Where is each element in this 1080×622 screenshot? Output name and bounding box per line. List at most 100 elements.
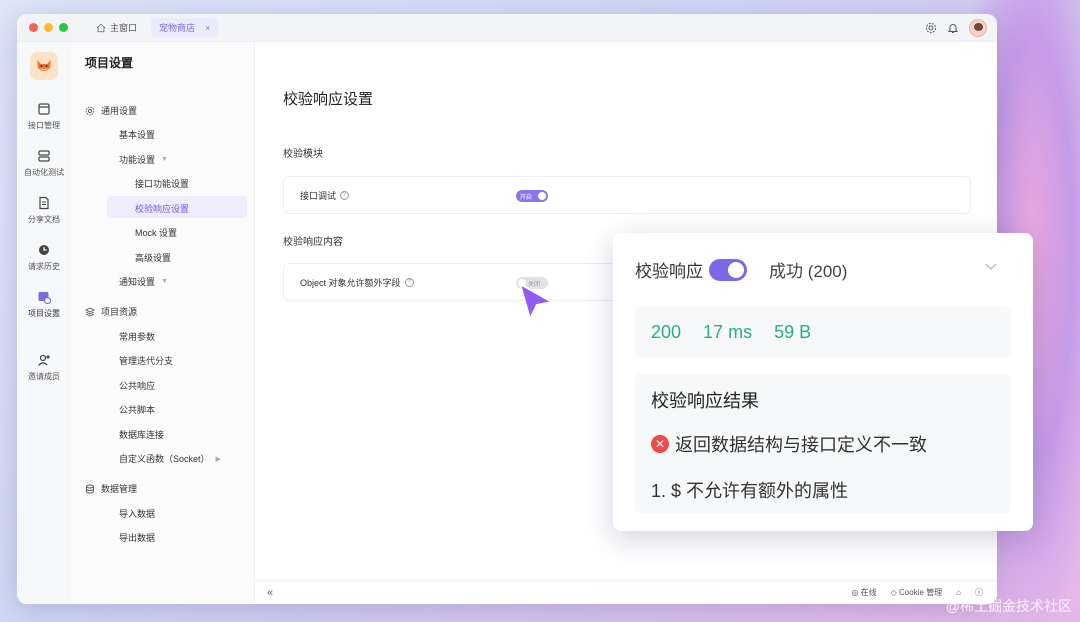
sidebar-item-features[interactable]: 功能设置 ▼ <box>119 153 168 166</box>
rail-item-label: 自动化测试 <box>24 168 64 177</box>
bell-icon[interactable] <box>947 22 959 34</box>
document-icon <box>39 196 49 210</box>
sidebar-item-label: 项目资源 <box>101 307 138 317</box>
cookie-manager-button[interactable]: ◇ Cookie 管理 <box>891 587 943 598</box>
collapse-sidebar-icon[interactable]: « <box>267 587 273 599</box>
sidebar-group-resources[interactable]: 项目资源 <box>85 305 137 318</box>
sidebar-item-public-response[interactable]: 公共响应 <box>119 379 155 392</box>
popover-header: 校验响应 成功 (200) <box>635 257 847 282</box>
history-icon <box>39 245 49 255</box>
caret-down-icon: ▼ <box>161 156 168 163</box>
sidebar-item-label: 基本设置 <box>119 130 156 140</box>
cursor-pointer-icon <box>519 283 553 320</box>
sidebar-item-label: 校验响应设置 <box>135 204 190 214</box>
close-window-button[interactable] <box>29 23 38 32</box>
help-icon[interactable]: ? <box>340 190 350 200</box>
sidebar-title: 项目设置 <box>85 56 134 70</box>
minimize-window-button[interactable] <box>44 23 53 32</box>
api-debug-toggle[interactable]: 开启 <box>516 190 548 202</box>
rail-item-history[interactable]: 请求历史 <box>28 243 60 272</box>
avatar[interactable] <box>969 19 987 37</box>
settings-sidebar: 项目设置 通用设置 基本设置 功能设置 ▼ 接口功能设置 校验响应设置 Mock … <box>71 42 255 604</box>
sidebar-item-api-features[interactable]: 接口功能设置 <box>135 177 189 190</box>
result-title: 校验响应结果 <box>651 391 759 411</box>
caret-right-icon: ▶ <box>215 455 221 463</box>
tab-home[interactable]: 主窗口 <box>96 21 137 34</box>
validation-result: 校验响应结果 ✕ 返回数据结构与接口定义不一致 1. $ 不允许有额外的属性 <box>635 373 1011 513</box>
sidebar-item-label: 公共响应 <box>119 381 156 391</box>
tab-home-label: 主窗口 <box>110 23 138 33</box>
sidebar-item-label: 接口功能设置 <box>135 179 190 189</box>
sidebar-item-label: 自定义函数（Socket） <box>119 454 210 464</box>
response-status: 成功 (200) <box>769 262 848 281</box>
online-status[interactable]: ◎ 在线 <box>851 587 876 598</box>
rail-item-label: 请求历史 <box>28 262 60 271</box>
status-code: 200 <box>651 321 682 342</box>
result-error: ✕ 返回数据结构与接口定义不一致 <box>651 431 927 457</box>
chevron-down-icon[interactable] <box>983 259 999 275</box>
rail-item-api[interactable]: 接口管理 <box>28 102 60 131</box>
caret-down-icon: ▼ <box>161 278 168 285</box>
sidebar-item-params[interactable]: 常用参数 <box>119 330 155 343</box>
response-size: 59 B <box>774 321 812 342</box>
rail-item-label: 邀请成员 <box>28 372 60 381</box>
maximize-window-button[interactable] <box>59 23 68 32</box>
sidebar-item-import[interactable]: 导入数据 <box>119 507 155 520</box>
sidebar-item-label: 公共脚本 <box>119 405 156 415</box>
help-icon[interactable]: ? <box>404 277 414 287</box>
sidebar-group-general[interactable]: 通用设置 <box>85 104 137 117</box>
setting-label: 接口调试 <box>300 190 337 201</box>
app-logo <box>30 52 58 80</box>
left-rail: 接口管理 自动化测试 分享文档 请求历史 项目设置 邀请成员 <box>17 42 71 604</box>
sidebar-item-validate-response[interactable]: 校验响应设置 <box>135 202 189 215</box>
rail-item-label: 项目设置 <box>28 309 60 318</box>
cookie-label: Cookie 管理 <box>899 588 943 597</box>
close-tab-icon[interactable]: × <box>205 23 210 33</box>
sidebar-item-label: 导入数据 <box>119 509 156 519</box>
sidebar-item-label: 通知设置 <box>119 277 156 287</box>
sidebar-item-public-scripts[interactable]: 公共脚本 <box>119 403 155 416</box>
gear-icon[interactable] <box>925 22 937 34</box>
sidebar-item-mock[interactable]: Mock 设置 <box>135 226 177 239</box>
sidebar-item-label: 管理迭代分支 <box>119 356 174 366</box>
setting-label: Object 对象允许额外字段 <box>300 277 401 288</box>
sidebar-group-data[interactable]: 数据管理 <box>85 482 137 495</box>
tab-pet-store-label: 宠物商店 <box>159 23 196 33</box>
sidebar-item-label: 导出数据 <box>119 533 156 543</box>
rail-item-automation[interactable]: 自动化测试 <box>24 149 64 178</box>
online-label: 在线 <box>860 588 877 597</box>
sidebar-item-advanced[interactable]: 高级设置 <box>135 251 171 264</box>
window-controls <box>29 23 68 32</box>
section-title-module: 校验模块 <box>283 149 323 160</box>
validation-toggle[interactable] <box>709 258 747 281</box>
tab-pet-store[interactable]: 宠物商店 × <box>151 18 219 37</box>
validation-popover: 校验响应 成功 (200) 200 17 ms 59 B 校验响应结果 ✕ 返回… <box>613 233 1033 531</box>
sidebar-item-label: 高级设置 <box>135 253 172 263</box>
error-detail: 1. $ 不允许有额外的属性 <box>651 481 849 501</box>
rail-item-invite[interactable]: 邀请成员 <box>28 353 60 382</box>
section-title-content: 校验响应内容 <box>283 237 343 248</box>
sidebar-item-label: 数据库连接 <box>119 430 165 440</box>
sidebar-item-db-connection[interactable]: 数据库连接 <box>119 428 164 441</box>
response-time: 17 ms <box>703 321 753 342</box>
sidebar-item-label: 常用参数 <box>119 332 156 342</box>
sidebar-item-custom-functions[interactable]: 自定义函数（Socket） ▶ <box>119 452 221 465</box>
sidebar-item-iterations[interactable]: 管理迭代分支 <box>119 354 173 367</box>
rail-item-label: 接口管理 <box>28 121 60 130</box>
page-title: 校验响应设置 <box>283 91 374 108</box>
error-icon: ✕ <box>651 435 669 453</box>
sidebar-item-label: 数据管理 <box>101 484 138 494</box>
rail-item-label: 分享文档 <box>28 215 60 224</box>
sidebar-item-label: 功能设置 <box>119 155 156 165</box>
layers-icon <box>85 306 95 317</box>
sidebar-item-label: Mock 设置 <box>135 228 178 238</box>
sidebar-item-export[interactable]: 导出数据 <box>119 531 155 544</box>
rail-item-settings[interactable]: 项目设置 <box>28 290 60 319</box>
title-bar: 主窗口 宠物商店 × <box>17 14 997 42</box>
home-icon <box>96 23 106 32</box>
sidebar-item-basic[interactable]: 基本设置 <box>119 128 155 141</box>
api-icon <box>38 103 50 115</box>
gear-icon <box>85 106 95 115</box>
sidebar-item-notify[interactable]: 通知设置 ▼ <box>119 275 168 288</box>
rail-item-docs[interactable]: 分享文档 <box>28 196 60 225</box>
